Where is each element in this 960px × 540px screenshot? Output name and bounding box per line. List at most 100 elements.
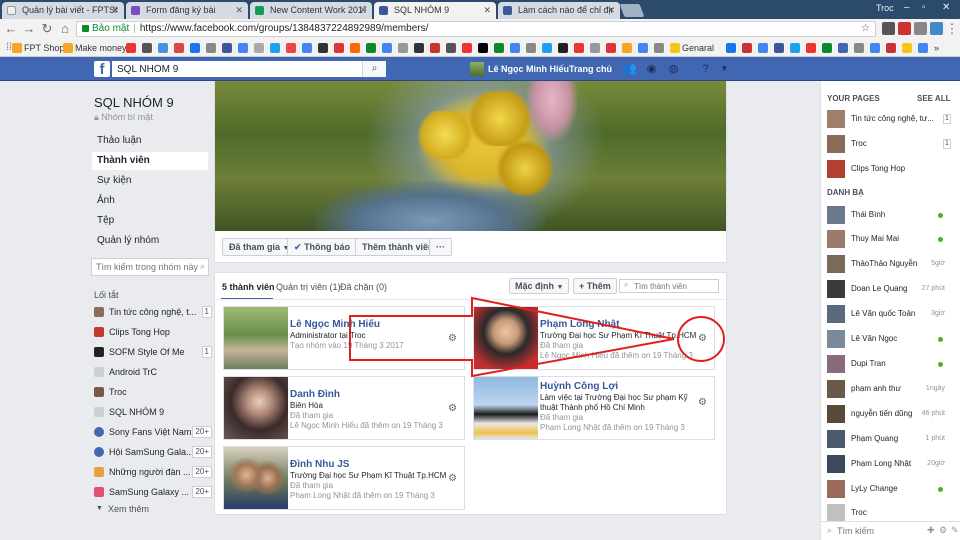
search-icon[interactable]: ⌕ — [200, 261, 209, 271]
contact-item[interactable]: Thái Bình — [827, 204, 945, 226]
contact-item[interactable]: Phạm Long Nhật 20giờ — [827, 453, 945, 475]
contact-item[interactable]: phạm anh thư 1ngày — [827, 378, 945, 400]
sort-dropdown[interactable]: Mặc định ▼ — [509, 278, 570, 294]
close-window-icon[interactable]: ✕ — [942, 2, 950, 13]
maximize-icon[interactable]: ▫ — [922, 2, 926, 13]
shortcut-item[interactable]: SamSung Galaxy ... 20+ — [94, 485, 212, 499]
bookmark-icon[interactable] — [398, 43, 408, 53]
gear-icon[interactable]: ⚙ — [939, 525, 947, 536]
bookmark-icon[interactable] — [318, 43, 328, 53]
extension-icon[interactable] — [914, 22, 927, 35]
contact-item[interactable]: Dupi Tran — [827, 353, 945, 375]
bookmark-icon[interactable] — [606, 43, 616, 53]
bookmark-icon[interactable] — [822, 43, 832, 53]
contact-item[interactable]: Thuy Mai Mai — [827, 228, 945, 250]
tab-blocked[interactable]: Đã chặn (0) — [340, 282, 387, 292]
page-item[interactable]: Troc 1 — [827, 133, 951, 155]
browser-tab-1[interactable]: Quản lý bài viết - FPTSh ✕ — [2, 2, 124, 19]
bookmark-icon[interactable] — [574, 43, 584, 53]
compose-icon[interactable]: ✎ — [951, 525, 959, 536]
close-icon[interactable]: ✕ — [607, 2, 615, 19]
bookmark-icon[interactable] — [886, 43, 896, 53]
contact-item[interactable]: Doan Le Quang 27 phút — [827, 278, 945, 300]
contact-item[interactable]: Lê Văn Ngọc — [827, 328, 945, 350]
bookmark-icon[interactable] — [726, 43, 736, 53]
member-photo[interactable] — [474, 307, 538, 369]
bookmark-icon[interactable] — [478, 43, 488, 53]
add-member-small-button[interactable]: + Thêm — [573, 278, 617, 294]
bookmark-icon[interactable] — [174, 43, 184, 53]
bookmark-icon[interactable] — [158, 43, 168, 53]
bookmark-icon[interactable] — [430, 43, 440, 53]
close-icon[interactable]: ✕ — [359, 2, 367, 19]
shortcut-item[interactable]: SOFM Style Of Me 1 — [94, 345, 212, 359]
bookmarks-overflow[interactable]: » — [934, 41, 939, 55]
contact-item[interactable]: Lê Văn quốc Toản 3giờ — [827, 303, 945, 325]
shortcut-item[interactable]: Những người đàn ... 20+ — [94, 465, 212, 479]
nav-members[interactable]: Thành viên — [92, 152, 208, 170]
bookmark-fpt-shop[interactable]: FPT Shop — [24, 41, 64, 55]
chat-search-input[interactable] — [825, 524, 933, 538]
bookmark-icon[interactable] — [382, 43, 392, 53]
group-search-input[interactable] — [91, 258, 209, 276]
bookmark-icon[interactable] — [494, 43, 504, 53]
browser-tab-5[interactable]: Làm cách nào để chỉ định ✕ — [498, 2, 620, 19]
bookmark-icon[interactable] — [334, 43, 344, 53]
more-options-button[interactable]: ··· — [429, 238, 452, 256]
chevron-down-icon[interactable]: ▼ — [718, 63, 731, 75]
nav-discussion[interactable]: Thảo luận — [92, 132, 208, 150]
member-name[interactable]: Danh Đình — [290, 389, 340, 400]
gear-icon[interactable]: ⚙ — [448, 333, 457, 344]
gear-icon[interactable]: ⚙ — [698, 397, 707, 408]
bookmark-icon[interactable] — [790, 43, 800, 53]
page-item[interactable]: Clips Tong Hop — [827, 158, 951, 180]
bookmark-icon[interactable] — [446, 43, 456, 53]
bookmark-icon[interactable] — [190, 43, 200, 53]
contact-item[interactable]: nguyễn tiến dũng 46 phút — [827, 403, 945, 425]
browser-tab-2[interactable]: Form đăng ký bài ✕ — [126, 2, 248, 19]
bookmark-icon[interactable] — [414, 43, 424, 53]
new-tab-button[interactable] — [619, 4, 645, 17]
bookmark-icon[interactable] — [870, 43, 880, 53]
nav-events[interactable]: Sự kiện — [92, 172, 208, 190]
member-name[interactable]: Đình Nhu JS — [290, 459, 349, 470]
home-link[interactable]: Trang chủ — [569, 61, 612, 77]
bookmark-icon[interactable] — [238, 43, 248, 53]
bookmark-icon[interactable] — [254, 43, 264, 53]
close-icon[interactable]: ✕ — [235, 2, 243, 19]
bookmark-icon[interactable] — [590, 43, 600, 53]
member-photo[interactable] — [474, 377, 538, 439]
nav-files[interactable]: Tệp — [92, 212, 208, 230]
minimize-icon[interactable]: – — [904, 2, 910, 13]
bookmark-icon[interactable] — [126, 43, 136, 53]
browser-profile-name[interactable]: Troc — [876, 3, 894, 13]
close-icon[interactable]: ✕ — [111, 2, 119, 19]
home-icon[interactable]: ⌂ — [58, 21, 72, 37]
search-icon[interactable]: ⌕ — [362, 61, 386, 77]
help-icon[interactable]: ? — [699, 63, 712, 75]
bookmark-icon[interactable] — [526, 43, 536, 53]
bookmark-icon[interactable] — [806, 43, 816, 53]
bookmark-genaral[interactable]: Genaral — [682, 41, 714, 55]
bookmark-icon[interactable] — [350, 43, 360, 53]
member-name[interactable]: Huỳnh Công Lợi — [540, 381, 618, 392]
messenger-icon[interactable]: ◉ — [645, 63, 658, 75]
bookmark-icon[interactable] — [286, 43, 296, 53]
menu-icon[interactable]: ⋮ — [945, 21, 959, 37]
bookmark-icon[interactable] — [758, 43, 768, 53]
profile-link[interactable]: Lê Ngọc Minh Hiếu — [470, 61, 569, 77]
bookmark-star-icon[interactable]: ☆ — [861, 22, 870, 36]
joined-button[interactable]: Đã tham gia ▼ — [222, 238, 297, 256]
bookmark-icon[interactable] — [462, 43, 472, 53]
bookmark-icon[interactable] — [622, 43, 632, 53]
shortcut-item[interactable]: Hội SamSung Gala... 20+ — [94, 445, 212, 459]
extension-icon[interactable] — [930, 22, 943, 35]
shortcut-item[interactable]: Sony Fans Việt Nam 20+ — [94, 425, 212, 439]
contact-item[interactable]: ThảoThảo Nguyễn 5giờ — [827, 253, 945, 275]
tab-admins[interactable]: Quản trị viên (1) — [276, 282, 341, 292]
bookmark-icon[interactable] — [542, 43, 552, 53]
new-group-icon[interactable]: ✚ — [927, 525, 935, 536]
bookmark-icon[interactable] — [206, 43, 216, 53]
browser-tab-3[interactable]: New Content Work 2017 ✕ — [250, 2, 372, 19]
reload-icon[interactable]: ↻ — [40, 21, 54, 37]
